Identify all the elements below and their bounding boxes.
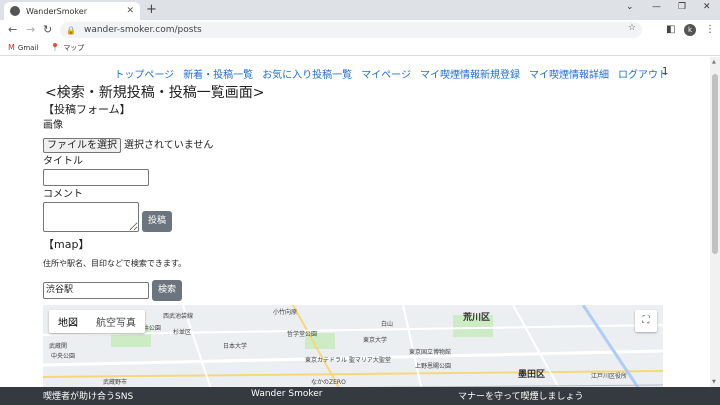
map-type-satellite[interactable]: 航空写真	[87, 310, 145, 333]
google-map[interactable]: 荒川区 墨田区 東京都立 石神井公園 杉並区 小竹向原 哲学堂公園 白山 日本大…	[43, 305, 663, 387]
scrollbar-thumb[interactable]	[712, 74, 718, 254]
reload-icon[interactable]: ↻	[43, 22, 52, 38]
nav-top[interactable]: トップページ	[114, 66, 174, 81]
new-tab-icon[interactable]: +	[146, 2, 157, 18]
map-label-arakawa: 荒川区	[463, 313, 491, 323]
map-help-text: 住所や駅名、目印などで検索できます。	[43, 259, 187, 268]
window-close-icon[interactable]: ✕	[703, 2, 711, 12]
scroll-up-icon[interactable]: ▲	[712, 59, 716, 65]
title-label: タイトル	[43, 156, 83, 167]
minimize-icon[interactable]: —	[652, 2, 661, 12]
bookmarks-bar: M Gmail 📍 マップ	[0, 40, 720, 56]
map-label-suginami: 杉並区	[173, 329, 192, 336]
map-label-national-museum: 東京国立博物館	[409, 349, 452, 356]
menu-icon[interactable]: ⋮	[705, 22, 715, 38]
map-type-control: 地図 航空写真	[49, 310, 145, 333]
fullscreen-icon[interactable]: ⛶	[635, 310, 657, 332]
gmail-icon: M	[8, 43, 15, 52]
nav-latest-posts[interactable]: 新着・投稿一覧	[183, 66, 253, 81]
map-label-edogawa: 江戸川区役所	[591, 373, 628, 380]
title-input[interactable]	[43, 169, 149, 186]
side-panel-icon[interactable]: ◧	[666, 22, 675, 38]
page-viewport: トップページ 新着・投稿一覧 お気に入り投稿一覧 マイページ マイ喫煙情報新規登…	[0, 57, 720, 387]
map-label-chuo-park: 中央公園	[51, 353, 76, 360]
footer-tagline: 喫煙者が助け合うSNS	[43, 392, 134, 402]
browser-toolbar: ← → ↻ 🔒 wander-smoker.com/posts ☆ ◧ k ⋮	[0, 20, 720, 40]
comment-label: コメント	[43, 189, 83, 200]
bookmark-star-icon[interactable]: ☆	[628, 23, 636, 33]
scroll-down-icon[interactable]: ▼	[712, 379, 716, 385]
site-nav: トップページ 新着・投稿一覧 お気に入り投稿一覧 マイページ マイ喫煙情報新規登…	[114, 66, 668, 81]
bookmark-gmail[interactable]: M Gmail	[8, 43, 38, 52]
profile-avatar[interactable]: k	[684, 24, 696, 36]
browser-tab[interactable]: WanderSmoker ✕	[4, 2, 140, 20]
site-favicon-icon	[10, 6, 20, 16]
map-type-map[interactable]: 地図	[49, 310, 87, 333]
footer-manners: マナーを守って喫煙しましょう	[458, 392, 584, 402]
map-label-ueno-park: 上野恩賜公園	[415, 363, 452, 370]
map-label-kotakemukaihara: 小竹向原	[273, 309, 298, 316]
map-heading: 【map】	[43, 238, 90, 251]
page-title: <検索・新規投稿・投稿一覧画面>	[45, 85, 265, 101]
restore-icon[interactable]: ❐	[678, 2, 686, 12]
map-search-input[interactable]: 渋谷駅	[43, 282, 149, 299]
map-label-nihon-univ: 日本大学	[223, 343, 248, 350]
forward-icon[interactable]: →	[26, 22, 35, 38]
image-label: 画像	[43, 120, 63, 131]
footer-brand: Wander Smoker	[251, 389, 323, 399]
map-label-musashiseki: 武蔵関	[49, 343, 68, 350]
url-text: wander-smoker.com/posts	[83, 25, 202, 35]
nav-logout[interactable]: ログアウト	[618, 66, 668, 81]
map-label-hakusan: 白山	[381, 321, 394, 328]
main-content: <検索・新規投稿・投稿一覧画面> 【投稿フォーム】 画像 ファイルを選択 選択され…	[43, 84, 663, 301]
site-footer: 喫煙者が助け合うSNS Wander Smoker マナーを守って喫煙しましょう	[0, 387, 720, 405]
map-label-sumida: 墨田区	[518, 370, 546, 380]
nav-smoking-info-new[interactable]: マイ喫煙情報新規登録	[420, 66, 520, 81]
nav-mypage[interactable]: マイページ	[361, 66, 411, 81]
nav-favorites[interactable]: お気に入り投稿一覧	[262, 66, 352, 81]
bookmark-maps[interactable]: 📍 マップ	[50, 43, 84, 53]
page-scrollbar[interactable]: ▲ ▼	[710, 57, 720, 387]
map-label-seibu-line: 西武池袋線	[163, 313, 194, 320]
file-select-button[interactable]: ファイルを選択	[43, 138, 121, 153]
lock-icon: 🔒	[66, 25, 76, 35]
map-label-musashino: 武蔵野市	[103, 379, 128, 386]
post-button[interactable]: 投稿	[142, 211, 173, 232]
address-bar[interactable]: 🔒 wander-smoker.com/posts ☆	[60, 22, 642, 38]
comment-textarea[interactable]	[43, 202, 139, 232]
close-tab-icon[interactable]: ✕	[126, 6, 134, 16]
map-search-button[interactable]: 検索	[152, 280, 183, 301]
file-status: 選択されていません	[124, 140, 214, 151]
map-label-nakano-zero: なかのZERO	[311, 379, 346, 386]
tab-search-icon[interactable]: ⌄	[626, 2, 634, 12]
post-form-heading: 【投稿フォーム】	[43, 103, 131, 116]
nav-count: 1	[662, 66, 669, 77]
nav-smoking-info-detail[interactable]: マイ喫煙情報詳細	[529, 66, 609, 81]
back-icon[interactable]: ←	[8, 22, 17, 38]
map-label-cathedral: 東京カテドラル 聖マリア大聖堂	[305, 357, 391, 364]
browser-tab-strip: WanderSmoker ✕ + ⌄ — ❐ ✕	[0, 0, 720, 20]
map-label-univ-tokyo: 東京大学	[363, 337, 388, 344]
maps-icon: 📍	[50, 43, 61, 52]
tab-title: WanderSmoker	[26, 6, 87, 16]
map-label-tetsugakudo: 哲学堂公園	[287, 331, 318, 338]
